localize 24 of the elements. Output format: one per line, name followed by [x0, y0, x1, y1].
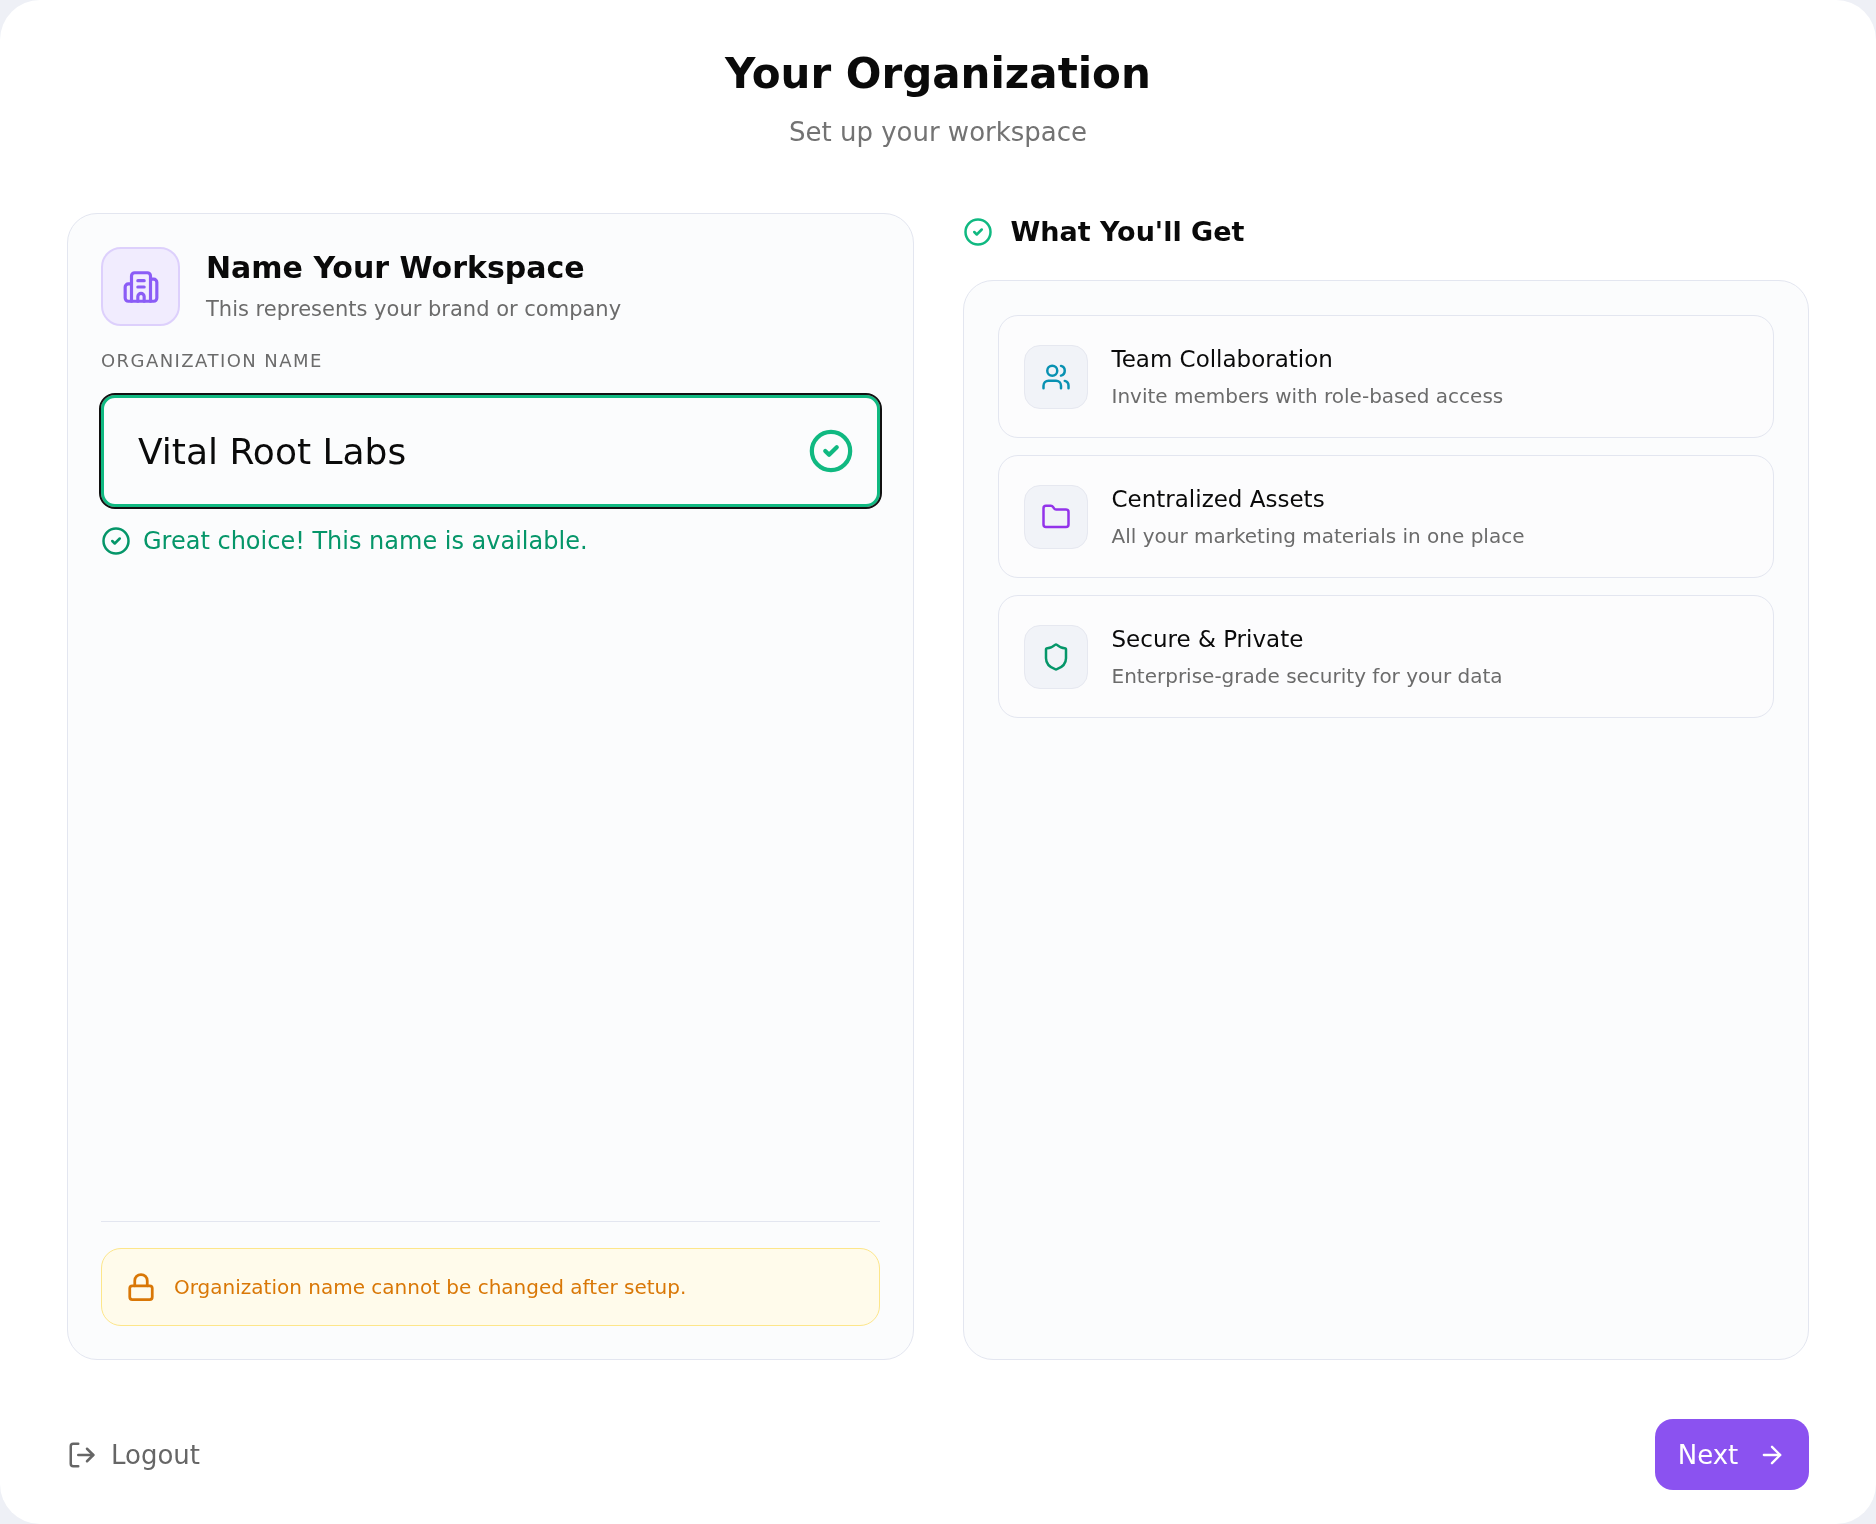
field-label: ORGANIZATION NAME — [101, 349, 324, 373]
notice-text: Organization name cannot be changed after setup. — [174, 1274, 687, 1301]
card-subtitle: This represents your brand or company — [206, 296, 622, 323]
section-title: What You'll Get — [1010, 215, 1245, 249]
check-circle-icon — [101, 526, 131, 556]
next-button[interactable]: Next — [1655, 1419, 1809, 1490]
benefit-title: Secure & Private — [1111, 625, 1305, 654]
benefit-title: Team Collaboration — [1111, 345, 1334, 374]
organization-name-input[interactable]: Vital Root Labs — [101, 395, 880, 507]
lock-icon — [126, 1272, 156, 1302]
next-label: Next — [1677, 1438, 1739, 1471]
logout-button[interactable]: Logout — [67, 1438, 201, 1471]
page-title: Your Organization — [725, 48, 1151, 100]
availability-message: Great choice! This name is available. — [143, 526, 588, 557]
card-title: Name Your Workspace — [206, 250, 586, 286]
check-circle-icon — [807, 428, 854, 474]
benefit-description: Enterprise-grade security for your data — [1111, 663, 1503, 689]
benefit-description: Invite members with role-based access — [1111, 383, 1504, 409]
check-circle-icon — [962, 217, 993, 247]
logout-label: Logout — [111, 1438, 201, 1471]
benefit-title: Centralized Assets — [1111, 485, 1326, 514]
building-icon — [101, 247, 180, 326]
benefit-description: All your marketing materials in one place — [1111, 523, 1525, 549]
page-subtitle: Set up your workspace — [788, 116, 1088, 148]
